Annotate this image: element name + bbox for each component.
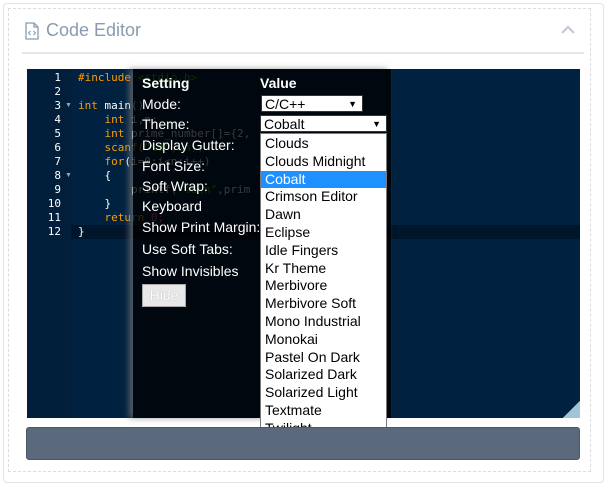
code-line[interactable]: } <box>78 197 111 211</box>
theme-option[interactable]: Mono Industrial <box>261 313 386 330</box>
mode-select-value: C/C++ <box>265 96 306 112</box>
theme-option[interactable]: Crimson Editor <box>261 188 386 205</box>
line-number: 8 <box>54 169 61 182</box>
code-token: #include <box>78 71 138 84</box>
dropdown-arrow-icon: ▼ <box>372 119 381 129</box>
theme-option[interactable]: Merbivore Soft <box>261 295 386 312</box>
theme-option[interactable]: Idle Fingers <box>261 242 386 259</box>
line-number: 4 <box>54 113 61 126</box>
font-size-label: Font Size: <box>142 158 206 174</box>
line-number: 6 <box>54 141 61 154</box>
theme-option[interactable]: Dawn <box>261 206 386 223</box>
soft-wrap-label: Soft Wrap: <box>142 178 208 194</box>
code-token: int <box>78 127 131 140</box>
line-number: 2 <box>54 85 61 98</box>
mode-select[interactable]: C/C++ ▼ <box>261 95 363 112</box>
line-number: 9 <box>54 183 61 196</box>
code-token: int <box>78 99 105 112</box>
code-token: { <box>78 169 112 182</box>
hide-button[interactable]: Hide <box>142 284 186 307</box>
run-button-bar[interactable] <box>26 427 580 460</box>
theme-option[interactable]: Eclipse <box>261 224 386 241</box>
line-number: 1 <box>54 71 61 84</box>
theme-option[interactable]: Monokai <box>261 331 386 348</box>
code-token: int <box>78 113 131 126</box>
resize-handle[interactable] <box>563 401 580 418</box>
chevron-up-icon[interactable] <box>560 24 576 36</box>
show-print-margin-label: Show Print Margin: <box>142 219 261 235</box>
theme-dropdown-list[interactable]: Clouds Clouds Midnight Cobalt Crimson Edito… <box>260 133 387 455</box>
theme-label: Theme: <box>142 116 190 132</box>
code-line[interactable]: } <box>78 225 85 239</box>
panel-header: Code Editor <box>22 14 584 54</box>
code-token: } <box>78 197 112 210</box>
line-number: 10 <box>47 197 61 210</box>
theme-select[interactable]: Cobalt ▼ <box>260 115 387 132</box>
line-number: 5 <box>54 127 61 140</box>
line-number: 3 <box>54 99 61 112</box>
page-title: Code Editor <box>46 20 142 40</box>
setting-column-header: Setting <box>142 75 190 91</box>
code-line[interactable]: { <box>78 169 111 183</box>
file-code-icon <box>25 22 39 40</box>
theme-option[interactable]: Clouds Midnight <box>261 153 386 170</box>
display-gutter-label: Display Gutter: <box>142 137 235 153</box>
theme-option[interactable]: Kr Theme <box>261 260 386 277</box>
value-column-header: Value <box>260 75 297 91</box>
theme-option[interactable]: Textmate <box>261 402 386 419</box>
theme-option[interactable]: Solarized Dark <box>261 366 386 383</box>
line-number: 11 <box>47 211 61 224</box>
theme-option[interactable]: Clouds <box>261 135 386 152</box>
line-number: 12 <box>47 225 61 238</box>
keyboard-label: Keyboard <box>142 198 202 214</box>
theme-select-value: Cobalt <box>264 116 305 132</box>
theme-option[interactable]: Merbivore <box>261 277 386 294</box>
theme-option[interactable]: Solarized Light <box>261 384 386 401</box>
fold-arrow-icon[interactable]: ▼ <box>65 99 72 113</box>
show-invisibles-label: Show Invisibles <box>142 263 239 279</box>
fold-arrow-icon[interactable]: ▼ <box>65 169 72 183</box>
line-number: 7 <box>54 155 61 168</box>
mode-label: Mode: <box>142 96 181 112</box>
use-soft-tabs-label: Use Soft Tabs: <box>142 241 233 257</box>
code-token: for <box>78 155 125 168</box>
theme-option[interactable]: Pastel On Dark <box>261 349 386 366</box>
code-token: } <box>78 225 85 238</box>
dropdown-arrow-icon: ▼ <box>348 99 357 109</box>
theme-option[interactable]: Cobalt <box>261 170 386 188</box>
